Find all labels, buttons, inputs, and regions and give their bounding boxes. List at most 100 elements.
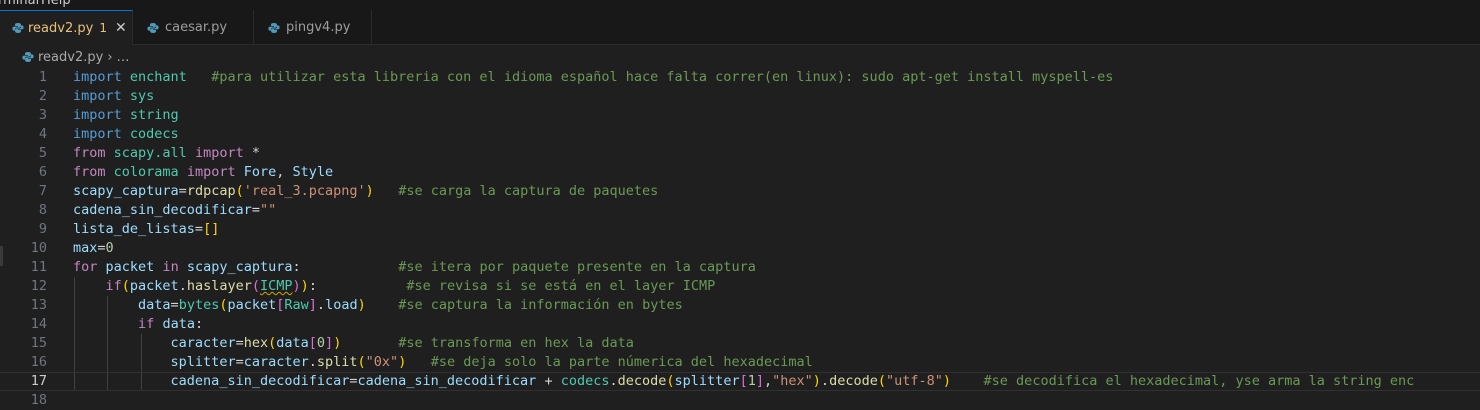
menu-item-help[interactable]: Help <box>41 0 71 8</box>
code-token: : <box>292 259 399 275</box>
code-line[interactable]: 12 if(packet.haslayer(ICMP)): #se revisa… <box>0 277 1480 296</box>
code-token: import <box>194 145 244 161</box>
code-text: splitter=caracter.split("0x") #se deja s… <box>73 353 813 372</box>
tab-readv2[interactable]: readv2.py 1 ✕ <box>0 10 133 45</box>
code-line[interactable]: 3 import string <box>0 106 1480 125</box>
code-line[interactable]: 11 for packet in scapy_captura: #se itera… <box>0 258 1480 277</box>
line-number: 16 <box>30 354 47 370</box>
code-editor[interactable]: 1 import enchant #para utilizar esta libr… <box>0 68 1480 408</box>
code-text: from colorama import Fore, Style <box>73 163 333 182</box>
code-token: Style <box>292 164 334 180</box>
code-token: ) <box>812 373 821 389</box>
menu-item-terminal[interactable]: rminal <box>0 0 39 8</box>
code-token: ] <box>308 297 317 313</box>
code-token: ( <box>877 373 886 389</box>
code-token: if <box>105 278 122 294</box>
line-number: 5 <box>38 145 47 161</box>
tab-label: caesar.py <box>165 20 228 35</box>
code-line[interactable]: 18 <box>0 391 1480 410</box>
breadcrumb-more[interactable]: … <box>117 50 130 65</box>
code-token: = <box>235 335 244 351</box>
code-token: = <box>170 297 179 313</box>
code-token: ) <box>942 373 952 389</box>
tab-label: pingv4.py <box>286 20 351 35</box>
code-line[interactable]: 9 lista_de_listas=[] <box>0 220 1480 239</box>
code-token: * <box>243 145 260 161</box>
code-token: ( <box>235 183 244 199</box>
code-text: for packet in scapy_captura: #se itera p… <box>73 258 756 277</box>
code-token: : <box>308 278 407 294</box>
code-token: #para utilizar esta libreria con el idio… <box>211 69 1114 85</box>
code-text: cadena_sin_decodificar="" <box>73 201 276 220</box>
code-token: "utf-8" <box>885 373 943 389</box>
code-token: , <box>276 164 293 180</box>
python-file-icon <box>12 20 24 36</box>
code-token: split <box>316 354 358 370</box>
code-line[interactable]: 17 cadena_sin_decodificar=cadena_sin_dec… <box>0 372 1480 391</box>
line-number: 11 <box>30 259 47 275</box>
code-token: data <box>162 316 195 332</box>
code-token: ( <box>251 278 261 294</box>
code-line[interactable]: 4 import codecs <box>0 125 1480 144</box>
code-text: max=0 <box>73 239 114 258</box>
line-number: 14 <box>30 316 47 332</box>
code-line[interactable]: 7 scapy_captura=rdpcap('real_3.pcapng') #… <box>0 182 1480 201</box>
code-token: = <box>235 354 244 370</box>
code-token: ( <box>121 278 130 294</box>
code-token: in <box>162 259 179 275</box>
line-number: 3 <box>38 107 47 123</box>
code-text: scapy_captura=rdpcap('real_3.pcapng') #s… <box>73 182 658 201</box>
tab-pingv4[interactable]: pingv4.py <box>254 10 372 45</box>
code-line[interactable]: 10 max=0 <box>0 239 1480 258</box>
breadcrumb-file[interactable]: readv2.py <box>38 50 103 65</box>
code-token: import <box>73 88 122 104</box>
code-line[interactable]: 1 import enchant #para utilizar esta libr… <box>0 68 1480 87</box>
code-token: cadena_sin_decodificar <box>357 373 537 389</box>
code-line[interactable]: 16 splitter=caracter.split("0x") #se dej… <box>0 353 1480 372</box>
code-token: 'real_3.pcapng' <box>243 183 366 199</box>
code-token: ] <box>755 373 764 389</box>
code-line[interactable]: 5 from scapy.all import * <box>0 144 1480 163</box>
tab-caesar[interactable]: caesar.py <box>133 10 254 45</box>
code-token: scapy_captura <box>73 183 179 199</box>
code-token: decode <box>829 373 878 389</box>
code-token: . <box>178 278 187 294</box>
line-number: 17 <box>30 373 47 389</box>
close-tab-icon[interactable]: ✕ <box>115 20 127 36</box>
code-token: "hex" <box>772 373 813 389</box>
code-line[interactable]: 14 if data: <box>0 315 1480 334</box>
code-line[interactable]: 15 caracter=hex(data[0]) #se transforma … <box>0 334 1480 353</box>
python-file-icon <box>22 51 34 63</box>
code-token: 1 <box>747 373 756 389</box>
code-text: if(packet.haslayer(ICMP)): #se revisa si… <box>73 277 716 296</box>
code-line[interactable]: 6 from colorama import Fore, Style <box>0 163 1480 182</box>
line-number: 10 <box>30 240 47 256</box>
code-token: + <box>536 373 561 389</box>
code-token: colorama <box>113 164 179 180</box>
code-text: caracter=hex(data[0]) #se transforma en … <box>73 334 634 353</box>
code-token: ) <box>365 183 374 199</box>
code-line[interactable]: 13 data=bytes(packet[Raw].load) #se capt… <box>0 296 1480 315</box>
code-token: import <box>73 126 122 142</box>
code-line[interactable]: 8 cadena_sin_decodificar="" <box>0 201 1480 220</box>
code-token: . <box>820 373 830 389</box>
code-token: bytes <box>178 297 220 313</box>
code-line[interactable]: 2 import sys <box>0 87 1480 106</box>
code-token: = <box>194 221 204 237</box>
code-token: string <box>129 107 179 123</box>
code-token: scapy.all <box>113 145 187 161</box>
code-token: decode <box>617 373 667 389</box>
code-token: enchant <box>129 69 187 85</box>
